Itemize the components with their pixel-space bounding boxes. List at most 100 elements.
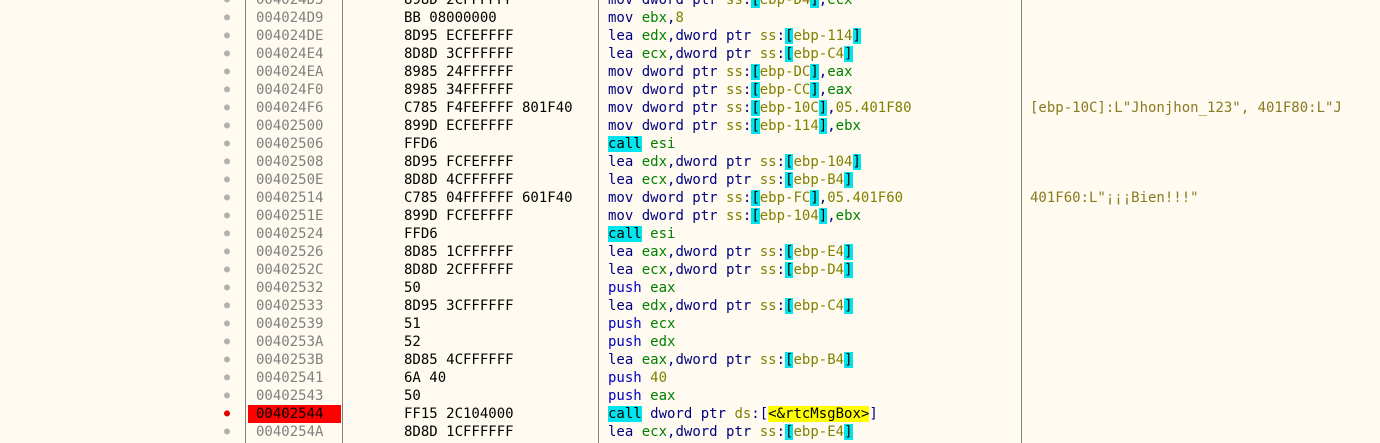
instruction-row[interactable]: ● 0040253B 8D85 4CFFFFFF lea eax,dword ptr … xyxy=(0,351,1380,369)
instruction-address[interactable]: 00402526 xyxy=(248,243,341,261)
instruction-text[interactable]: lea eax,dword ptr ss:[ebp-E4] xyxy=(608,243,853,261)
instruction-row[interactable]: ● 00402544 FF15 2C104000 call dword ptr ds:… xyxy=(0,405,1380,423)
instruction-text[interactable]: call esi xyxy=(608,225,675,243)
breakpoint-dot-icon[interactable]: ● xyxy=(222,369,232,387)
instruction-row[interactable]: ● 004024DE 8D95 ECFEFFFF lea edx,dword ptr … xyxy=(0,27,1380,45)
breakpoint-dot-icon[interactable]: ● xyxy=(222,45,232,63)
instruction-row[interactable]: ● 004024D9 BB 08000000 mov ebx,8 xyxy=(0,9,1380,27)
instruction-address[interactable]: 0040253A xyxy=(248,333,341,351)
breakpoint-dot-icon[interactable]: ● xyxy=(222,135,232,153)
instruction-address[interactable]: 00402533 xyxy=(248,297,341,315)
instruction-address[interactable]: 0040251E xyxy=(248,207,341,225)
instruction-address[interactable]: 00402541 xyxy=(248,369,341,387)
instruction-address[interactable]: 00402539 xyxy=(248,315,341,333)
breakpoint-dot-icon[interactable]: ● xyxy=(222,171,232,189)
instruction-address[interactable]: 0040253B xyxy=(248,351,341,369)
instruction-address[interactable]: 00402514 xyxy=(248,189,341,207)
instruction-row[interactable]: ● 004024E4 8D8D 3CFFFFFF lea ecx,dword ptr … xyxy=(0,45,1380,63)
instruction-row[interactable]: ● 004024F6 C785 F4FEFFFF 801F40 mov dword p… xyxy=(0,99,1380,117)
disassembly-view[interactable]: ●004024D3898D 2CFFFFFFmov dword ptr ss:[… xyxy=(0,0,1380,443)
instruction-row[interactable]: ● 00402541 6A 40 push 40 xyxy=(0,369,1380,387)
instruction-text[interactable]: call esi xyxy=(608,135,675,153)
breakpoint-dot-icon[interactable]: ● xyxy=(222,207,232,225)
instruction-text[interactable]: mov dword ptr ss:[ebp-D4],ecx xyxy=(608,0,853,9)
instruction-text[interactable]: lea edx,dword ptr ss:[ebp-C4] xyxy=(608,297,853,315)
instruction-row[interactable]: ● 004024EA 8985 24FFFFFF mov dword ptr ss:[… xyxy=(0,63,1380,81)
instruction-address[interactable]: 00402506 xyxy=(248,135,341,153)
instruction-text[interactable]: mov dword ptr ss:[ebp-10C],05.401F80 xyxy=(608,99,912,117)
instruction-row[interactable]: ● 00402524 FFD6 call esi xyxy=(0,225,1380,243)
instruction-address[interactable]: 004024EA xyxy=(248,63,341,81)
instruction-text[interactable]: push 40 xyxy=(608,369,667,387)
breakpoint-dot-icon[interactable]: ● xyxy=(222,99,232,117)
breakpoint-dot-icon[interactable]: ● xyxy=(222,81,232,99)
breakpoint-active-icon[interactable]: ● xyxy=(222,405,232,423)
instruction-row[interactable]: ● 00402526 8D85 1CFFFFFF lea eax,dword ptr … xyxy=(0,243,1380,261)
instruction-text[interactable]: push edx xyxy=(608,333,675,351)
instruction-row[interactable]: ● 00402500 899D ECFEFFFF mov dword ptr ss:[… xyxy=(0,117,1380,135)
instruction-address[interactable]: 00402532 xyxy=(248,279,341,297)
instruction-row[interactable]: ● 0040253A 52 push edx xyxy=(0,333,1380,351)
instruction-text[interactable]: lea ecx,dword ptr ss:[ebp-E4] xyxy=(608,423,853,441)
breakpoint-dot-icon[interactable]: ● xyxy=(222,117,232,135)
instruction-row[interactable]: ● 00402543 50 push eax xyxy=(0,387,1380,405)
instruction-text[interactable]: push eax xyxy=(608,387,675,405)
instruction-text[interactable]: push eax xyxy=(608,279,675,297)
instruction-row[interactable]: ● 00402508 8D95 FCFEFFFF lea edx,dword ptr … xyxy=(0,153,1380,171)
breakpoint-dot-icon[interactable]: ● xyxy=(222,153,232,171)
instruction-row[interactable]: ● 004024D3 898D 2CFFFFFF mov dword ptr ss:[… xyxy=(0,0,1380,9)
instruction-text[interactable]: lea ecx,dword ptr ss:[ebp-D4] xyxy=(608,261,853,279)
instruction-address[interactable]: 00402524 xyxy=(248,225,341,243)
instruction-address[interactable]: 004024F6 xyxy=(248,99,341,117)
instruction-address[interactable]: 00402544 xyxy=(248,405,341,423)
instruction-row[interactable]: ● 00402533 8D95 3CFFFFFF lea edx,dword ptr … xyxy=(0,297,1380,315)
breakpoint-dot-icon[interactable]: ● xyxy=(222,279,232,297)
instruction-text[interactable]: lea eax,dword ptr ss:[ebp-B4] xyxy=(608,351,853,369)
breakpoint-dot-icon[interactable]: ● xyxy=(222,261,232,279)
instruction-address[interactable]: 00402543 xyxy=(248,387,341,405)
instruction-address[interactable]: 004024F0 xyxy=(248,81,341,99)
breakpoint-dot-icon[interactable]: ● xyxy=(222,351,232,369)
instruction-row[interactable]: ● 00402506 FFD6 call esi xyxy=(0,135,1380,153)
instruction-address[interactable]: 004024D9 xyxy=(248,9,341,27)
breakpoint-dot-icon[interactable]: ● xyxy=(222,63,232,81)
instruction-text[interactable]: lea edx,dword ptr ss:[ebp-104] xyxy=(608,153,861,171)
breakpoint-dot-icon[interactable]: ● xyxy=(222,9,232,27)
instruction-address[interactable]: 004024D3 xyxy=(248,0,341,9)
instruction-text[interactable]: call dword ptr ds:[<&rtcMsgBox>] xyxy=(608,405,878,423)
instruction-text[interactable]: lea ecx,dword ptr ss:[ebp-C4] xyxy=(608,45,853,63)
breakpoint-dot-icon[interactable]: ● xyxy=(222,387,232,405)
breakpoint-dot-icon[interactable]: ● xyxy=(222,189,232,207)
breakpoint-dot-icon[interactable]: ● xyxy=(222,333,232,351)
instruction-address[interactable]: 0040252C xyxy=(248,261,341,279)
breakpoint-dot-icon[interactable]: ● xyxy=(222,423,232,441)
instruction-address[interactable]: 004024E4 xyxy=(248,45,341,63)
instruction-text[interactable]: mov dword ptr ss:[ebp-CC],eax xyxy=(608,81,853,99)
instruction-text[interactable]: mov dword ptr ss:[ebp-FC],05.401F60 xyxy=(608,189,903,207)
breakpoint-dot-icon[interactable]: ● xyxy=(222,0,232,9)
instruction-text[interactable]: mov dword ptr ss:[ebp-114],ebx xyxy=(608,117,861,135)
instruction-address[interactable]: 00402500 xyxy=(248,117,341,135)
breakpoint-dot-icon[interactable]: ● xyxy=(222,297,232,315)
instruction-text[interactable]: push ecx xyxy=(608,315,675,333)
instruction-text[interactable]: lea edx,dword ptr ss:[ebp-114] xyxy=(608,27,861,45)
breakpoint-dot-icon[interactable]: ● xyxy=(222,225,232,243)
instruction-row[interactable]: ● 00402532 50 push eax xyxy=(0,279,1380,297)
instruction-address[interactable]: 0040254A xyxy=(248,423,341,441)
breakpoint-dot-icon[interactable]: ● xyxy=(222,27,232,45)
instruction-address[interactable]: 0040250E xyxy=(248,171,341,189)
instruction-row[interactable]: ● 00402539 51 push ecx xyxy=(0,315,1380,333)
instruction-row[interactable]: ● 0040252C 8D8D 2CFFFFFF lea ecx,dword ptr … xyxy=(0,261,1380,279)
instruction-text[interactable]: mov dword ptr ss:[ebp-104],ebx xyxy=(608,207,861,225)
instruction-row[interactable]: ● 0040250E 8D8D 4CFFFFFF lea ecx,dword ptr … xyxy=(0,171,1380,189)
instruction-text[interactable]: lea ecx,dword ptr ss:[ebp-B4] xyxy=(608,171,853,189)
breakpoint-dot-icon[interactable]: ● xyxy=(222,315,232,333)
instruction-text[interactable]: mov dword ptr ss:[ebp-DC],eax xyxy=(608,63,853,81)
instruction-row[interactable]: ● 00402514 C785 04FFFFFF 601F40 mov dword p… xyxy=(0,189,1380,207)
instruction-address[interactable]: 00402508 xyxy=(248,153,341,171)
instruction-text[interactable]: mov ebx,8 xyxy=(608,9,684,27)
breakpoint-dot-icon[interactable]: ● xyxy=(222,243,232,261)
instruction-row[interactable]: ● 004024F0 8985 34FFFFFF mov dword ptr ss:[… xyxy=(0,81,1380,99)
instruction-row[interactable]: ● 0040251E 899D FCFEFFFF mov dword ptr ss:[… xyxy=(0,207,1380,225)
instruction-row[interactable]: ● 0040254A 8D8D 1CFFFFFF lea ecx,dword ptr … xyxy=(0,423,1380,441)
